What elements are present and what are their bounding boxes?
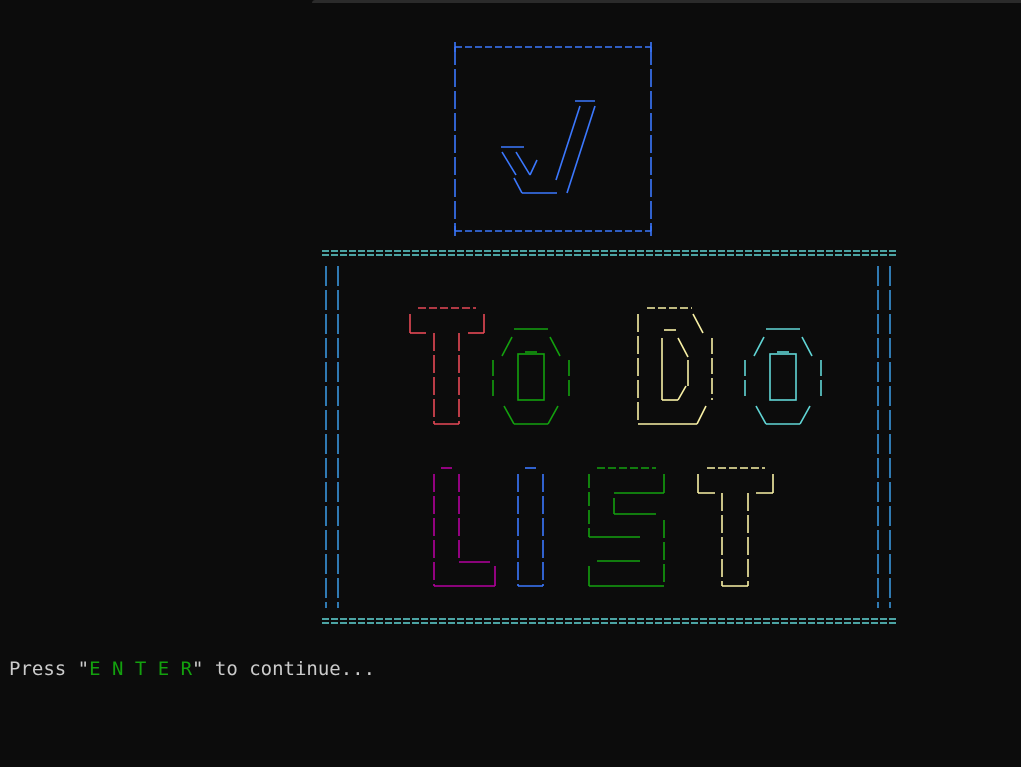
- checkmark-icon: [501, 100, 596, 194]
- letter-o: [744, 328, 822, 425]
- logo-frame: [322, 250, 897, 624]
- prompt-text-before: Press ": [9, 658, 90, 680]
- checkbox-box: [454, 42, 652, 236]
- letter-T: [697, 467, 774, 587]
- letter-S: [588, 467, 665, 587]
- letter-L: [433, 467, 496, 587]
- letter-I: [517, 467, 544, 587]
- enter-key-label: E N T E R: [89, 658, 193, 680]
- continue-prompt: Press "E N T E R" to continue...: [9, 657, 375, 681]
- prompt-text-after: " to continue...: [192, 658, 376, 680]
- letter-D: [637, 307, 713, 425]
- ascii-art-logo: .dash { stroke-dasharray: 7 3; } .thin {…: [322, 42, 897, 624]
- letter-o: [492, 328, 570, 425]
- terminal-window: .dash { stroke-dasharray: 7 3; } .thin {…: [0, 0, 1021, 767]
- letter-T: [409, 307, 485, 425]
